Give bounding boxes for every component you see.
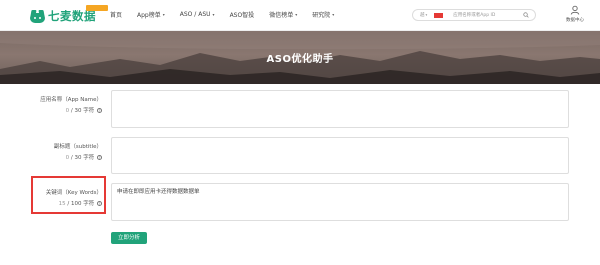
info-icon[interactable]: ? bbox=[97, 155, 102, 160]
menu-item-home[interactable]: 首页 bbox=[110, 10, 122, 19]
analyze-button[interactable]: 立即分析 bbox=[111, 232, 147, 244]
subtitle-field[interactable] bbox=[111, 137, 569, 174]
hero-banner: ASO优化助手 bbox=[0, 31, 600, 84]
country-flag-icon bbox=[434, 12, 444, 18]
brand-badge bbox=[86, 5, 108, 11]
chevron-down-icon: ▾ bbox=[295, 12, 298, 17]
app-search-box[interactable]: 越 ▾ 应用名称或者App ID bbox=[412, 9, 536, 21]
main-menu: 首页 App榜单 ▾ ASO / ASU ▾ ASO智投 微信榜单 ▾ 研究院 … bbox=[110, 10, 349, 19]
menu-item-aso-smart[interactable]: ASO智投 bbox=[230, 10, 255, 19]
menu-item-aso-asu[interactable]: ASO / ASU ▾ bbox=[180, 10, 215, 19]
chevron-down-icon: ▾ bbox=[332, 12, 335, 17]
menu-item-wechat-ranking[interactable]: 微信榜单 ▾ bbox=[269, 10, 297, 19]
info-icon[interactable]: ? bbox=[97, 108, 102, 113]
data-center-label: 数据中心 bbox=[566, 18, 584, 23]
country-select[interactable]: 越 ▾ bbox=[420, 12, 427, 18]
page-title: ASO优化助手 bbox=[266, 54, 334, 65]
cat-logo-icon bbox=[30, 9, 45, 23]
menu-item-app-ranking[interactable]: App榜单 ▾ bbox=[137, 10, 165, 19]
chevron-down-icon: ▾ bbox=[212, 12, 215, 17]
app-name-label: 应用名称（App Name） bbox=[40, 97, 102, 103]
search-icon[interactable] bbox=[523, 12, 529, 18]
menu-item-research[interactable]: 研究院 ▾ bbox=[312, 10, 334, 19]
subtitle-label-group: 副标题（subtitle） 0 / 30 字符 ? bbox=[20, 142, 102, 161]
search-input[interactable]: 应用名称或者App ID bbox=[453, 12, 495, 18]
user-icon bbox=[570, 5, 580, 15]
app-name-field[interactable] bbox=[111, 90, 569, 128]
app-name-label-group: 应用名称（App Name） 0 / 30 字符 ? bbox=[20, 95, 102, 114]
subtitle-counter: 0 / 30 字符 ? bbox=[65, 155, 102, 161]
chevron-down-icon: ▾ bbox=[425, 13, 428, 17]
data-center[interactable]: 数据中心 bbox=[560, 5, 590, 23]
app-name-counter: 0 / 30 字符 ? bbox=[65, 108, 102, 114]
top-nav: 七麦数据 首页 App榜单 ▾ ASO / ASU ▾ ASO智投 微信榜单 ▾… bbox=[0, 0, 600, 31]
keywords-highlight-box bbox=[31, 176, 106, 214]
keywords-field[interactable]: 申请在即即应用卡还得数据数据单 bbox=[111, 183, 569, 221]
chevron-down-icon: ▾ bbox=[162, 12, 165, 17]
subtitle-label: 副标题（subtitle） bbox=[53, 144, 102, 150]
